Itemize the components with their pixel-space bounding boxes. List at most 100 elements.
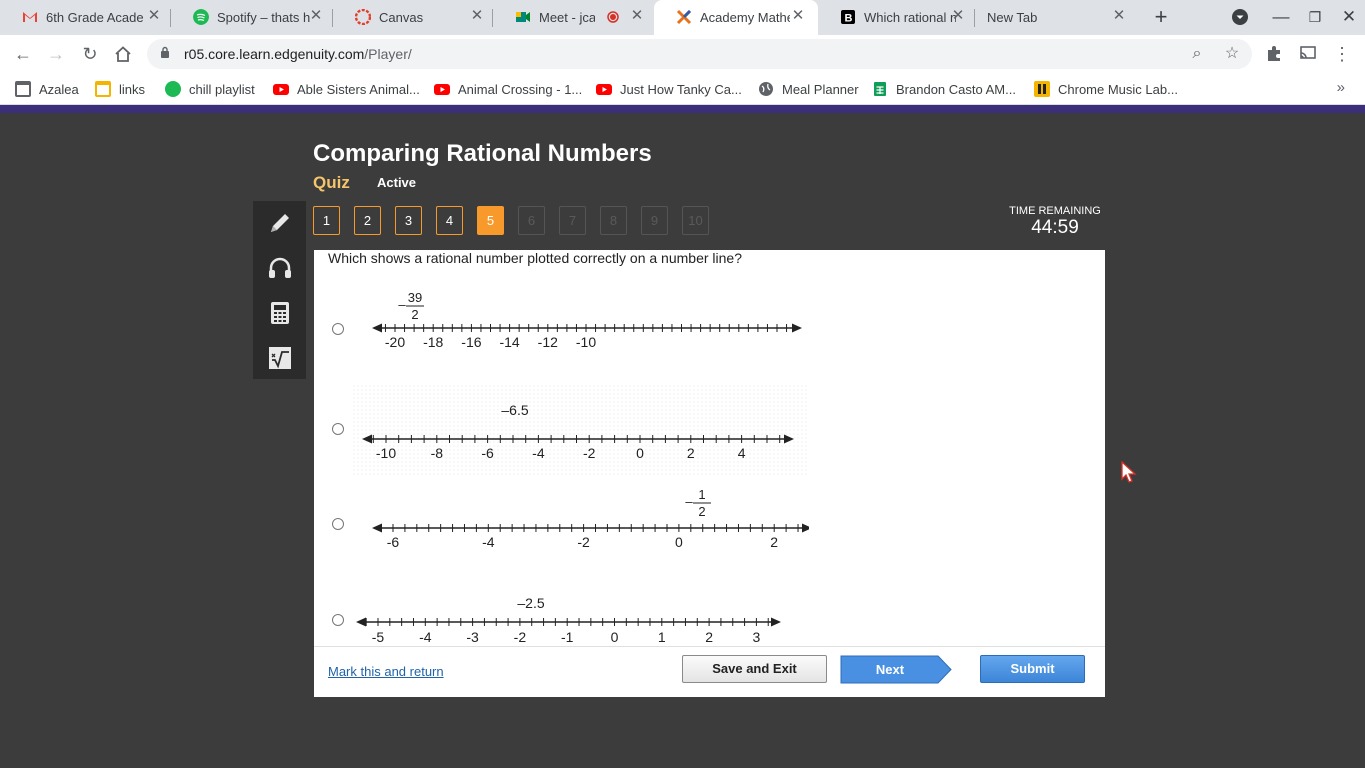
close-icon[interactable]: ✕ [790,8,806,24]
forward-arrow-icon[interactable]: → [44,42,68,66]
question-button-4[interactable]: 4 [436,206,463,235]
arrow-right [792,323,802,333]
tab-search-icon[interactable] [1231,8,1249,26]
close-icon[interactable]: ✕ [629,8,645,24]
bookmark-azalea[interactable]: Azalea [15,80,79,98]
spotify-icon [193,9,209,25]
highlighter-tool[interactable] [253,201,306,245]
bookmark-links[interactable]: links [95,80,145,98]
answer-option-b-number-line[interactable]: -10 -8 -6 -4 -2 0 2 4 –6.5 [353,385,808,477]
url-text: r05.core.learn.edgenuity.com/Player/ [184,46,412,62]
bookmark-chrome-music-lab[interactable]: Chrome Music Lab... [1034,80,1178,98]
mark-and-return-link[interactable]: Mark this and return [328,664,444,679]
tick-label: -3 [466,629,479,645]
tick-label: 0 [636,445,644,461]
cast-icon[interactable] [1299,44,1317,62]
close-icon[interactable]: ✕ [308,8,324,24]
tab-brainly[interactable]: B Which rational n ✕ [818,0,975,35]
bookmark-tanky[interactable]: Just How Tanky Ca... [596,80,742,98]
tick-label: -2 [577,534,590,550]
bookmark-able-sisters[interactable]: Able Sisters Animal... [273,80,420,98]
bookmark-chill-playlist[interactable]: chill playlist [165,80,255,98]
question-button-3[interactable]: 3 [395,206,422,235]
arrow-left [372,323,382,333]
tab-new-tab[interactable]: New Tab ✕ [975,0,1138,35]
extensions-icon[interactable] [1265,44,1283,62]
tab-title: Spotify – thats h [217,10,311,25]
youtube-icon [273,84,289,95]
answer-radio-d[interactable] [332,614,344,626]
point-label-sign: – [685,494,693,509]
minimize-icon[interactable]: — [1271,6,1291,28]
back-arrow-icon[interactable]: ← [11,42,35,66]
close-icon[interactable]: ✕ [950,8,966,24]
question-button-8: 8 [600,206,627,235]
url-path: /Player/ [364,46,412,62]
close-icon[interactable]: ✕ [1111,8,1127,24]
tab-meet[interactable]: Meet - jca-dh ✕ [493,0,654,35]
menu-icon[interactable]: ⋮ [1330,42,1354,66]
page-title: Comparing Rational Numbers [313,140,652,167]
tab-title: 6th Grade Acade [46,10,144,25]
tick-label: 2 [705,629,713,645]
question-button-2[interactable]: 2 [354,206,381,235]
answer-radio-a[interactable] [332,323,344,335]
calculator-icon [270,302,289,324]
question-button-1[interactable]: 1 [313,206,340,235]
answer-option-d-number-line[interactable]: -5 -4 -3 -2 -1 0 1 2 3 –2.5 [354,592,794,646]
tick-label: 4 [738,445,746,461]
tick-label: 2 [770,534,778,550]
browser-tab-strip: 6th Grade Acade ✕ Spotify – thats h ✕ Ca… [0,0,1365,35]
save-and-exit-button[interactable]: Save and Exit [682,655,827,683]
arrow-left [356,617,366,627]
lock-icon[interactable] [160,46,170,58]
time-remaining-value: 44:59 [1031,217,1079,238]
bookmark-meal-planner[interactable]: Meal Planner [758,80,859,98]
tick-label: -20 [385,334,405,350]
point-label-sign: – [398,297,406,312]
star-icon[interactable]: ☆ [1222,44,1242,64]
submit-button[interactable]: Submit [980,655,1085,683]
point-label: –6.5 [501,402,528,418]
tick-label: 2 [687,445,695,461]
brainly-icon: B [841,10,855,25]
calculator-tool[interactable] [253,291,306,335]
answer-radio-b[interactable] [332,423,344,435]
reload-icon[interactable]: ↻ [78,42,102,66]
address-bar[interactable]: r05.core.learn.edgenuity.com/Player/ ⌕ ☆ [147,39,1252,69]
close-icon[interactable]: ✕ [146,8,162,24]
more-bookmarks-button[interactable]: » [1337,79,1345,96]
tab-spotify[interactable]: Spotify – thats h ✕ [171,0,333,35]
home-icon[interactable] [114,45,132,63]
tick-label: -4 [532,445,545,461]
text-to-speech-tool[interactable] [253,246,306,290]
tick-label: -18 [423,334,443,350]
folder-icon [15,81,31,97]
tab-academy-math[interactable]: Academy Mathe ✕ [654,0,818,35]
answer-option-c-number-line[interactable]: -6 -4 -2 0 2– 12 [369,488,809,558]
gmail-icon [23,12,37,22]
tick-label: -2 [514,629,527,645]
window-close-icon[interactable]: ✕ [1339,6,1359,28]
close-icon[interactable]: ✕ [469,8,485,24]
tab-canvas[interactable]: Canvas ✕ [333,0,493,35]
bookmark-label: chill playlist [189,81,255,97]
formula-tool[interactable] [253,336,306,380]
restore-icon[interactable]: ❐ [1305,6,1325,28]
number-line-c: -6 -4 -2 0 2– 12 [372,488,809,550]
quiz-footer: Mark this and return Save and Exit Next … [314,646,1105,697]
question-panel: Which shows a rational number plotted co… [314,250,1105,646]
tick-label: -6 [481,445,494,461]
answer-radio-c[interactable] [332,518,344,530]
bookmark-brandon-casto[interactable]: Brandon Casto AM... [872,80,1016,98]
bookmark-animal-crossing[interactable]: Animal Crossing - 1... [434,80,582,98]
arrow-left [372,523,382,533]
question-button-5[interactable]: 5 [477,206,504,235]
answer-option-a-number-line[interactable]: -20 -18 -16 -14 -12 -10 – 39 2 [369,283,809,353]
tab-gmail[interactable]: 6th Grade Acade ✕ [0,0,171,35]
zoom-icon[interactable]: ⌕ [1187,44,1207,64]
next-button[interactable]: Next [840,655,952,684]
tick-label: -4 [419,629,432,645]
header-bar [0,105,1365,113]
new-tab-button[interactable]: + [1150,6,1172,28]
